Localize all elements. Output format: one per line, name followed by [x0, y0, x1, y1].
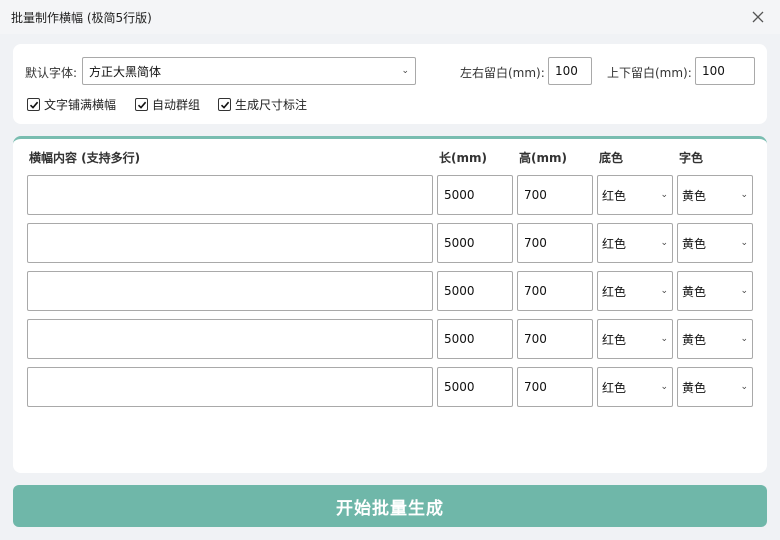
row-1-height-input[interactable]: 700	[517, 175, 593, 215]
checkbox[interactable]	[135, 98, 148, 111]
header-text-color: 字色	[679, 151, 704, 165]
chevron-down-icon: ⌄	[660, 238, 668, 248]
row-1-bg-select[interactable]: 红色 ⌄	[597, 175, 673, 215]
height-value: 700	[524, 188, 547, 202]
fg-value: 黄色	[682, 332, 707, 347]
row-4-height-input[interactable]: 700	[517, 319, 593, 359]
row-4-bg-select[interactable]: 红色 ⌄	[597, 319, 673, 359]
lr-margin-input[interactable]: 100	[548, 57, 592, 85]
height-value: 700	[524, 332, 547, 346]
chevron-down-icon: ⌄	[401, 66, 409, 76]
height-value: 700	[524, 380, 547, 394]
title-bar: 批量制作横幅 (极简5行版)	[0, 0, 780, 34]
row-3-fg-select[interactable]: 黄色 ⌄	[677, 271, 753, 311]
length-value: 5000	[444, 380, 475, 394]
chevron-down-icon: ⌄	[740, 238, 748, 248]
row-3-bg-select[interactable]: 红色 ⌄	[597, 271, 673, 311]
option-label: 文字铺满横幅	[44, 98, 117, 112]
row-2-content-input[interactable]	[27, 223, 433, 263]
row-3-content-input[interactable]	[27, 271, 433, 311]
fg-value: 黄色	[682, 188, 707, 203]
row-3-length-input[interactable]: 5000	[437, 271, 513, 311]
fg-value: 黄色	[682, 284, 707, 299]
tb-margin-label: 上下留白(mm):	[607, 66, 692, 80]
bg-value: 红色	[602, 188, 627, 203]
check-icon	[29, 101, 38, 109]
row-2-length-input[interactable]: 5000	[437, 223, 513, 263]
tb-margin-input[interactable]: 100	[695, 57, 755, 85]
option-dimension[interactable]: 生成尺寸标注	[218, 96, 307, 113]
checkbox[interactable]	[218, 98, 231, 111]
fg-value: 黄色	[682, 236, 707, 251]
bg-value: 红色	[602, 284, 627, 299]
window-title: 批量制作横幅 (极简5行版)	[11, 10, 152, 25]
row-1-content-input[interactable]	[27, 175, 433, 215]
chevron-down-icon: ⌄	[740, 190, 748, 200]
row-5-bg-select[interactable]: 红色 ⌄	[597, 367, 673, 407]
option-label: 自动群组	[152, 98, 201, 112]
option-label: 生成尺寸标注	[235, 98, 308, 112]
check-icon	[137, 101, 146, 109]
row-5-fg-select[interactable]: 黄色 ⌄	[677, 367, 753, 407]
chevron-down-icon: ⌄	[660, 190, 668, 200]
chevron-down-icon: ⌄	[660, 334, 668, 344]
banner-table-panel: 横幅内容 (支持多行) 长(mm) 高(mm) 底色 字色 5000 700 红…	[13, 136, 767, 473]
font-label: 默认字体:	[25, 66, 78, 80]
font-select-value: 方正大黑简体	[89, 64, 162, 79]
header-content: 横幅内容 (支持多行)	[29, 151, 141, 165]
chevron-down-icon: ⌄	[660, 286, 668, 296]
lr-margin-label: 左右留白(mm):	[460, 66, 545, 80]
option-fill-text[interactable]: 文字铺满横幅	[27, 96, 116, 113]
chevron-down-icon: ⌄	[740, 382, 748, 392]
length-value: 5000	[444, 188, 475, 202]
bg-value: 红色	[602, 236, 627, 251]
row-1-length-input[interactable]: 5000	[437, 175, 513, 215]
height-value: 700	[524, 284, 547, 298]
start-generate-button[interactable]: 开始批量生成	[13, 485, 767, 527]
checkbox[interactable]	[27, 98, 40, 111]
row-4-length-input[interactable]: 5000	[437, 319, 513, 359]
font-select[interactable]: 方正大黑简体 ⌄	[82, 57, 416, 85]
fg-value: 黄色	[682, 380, 707, 395]
row-2-fg-select[interactable]: 黄色 ⌄	[677, 223, 753, 263]
bg-value: 红色	[602, 332, 627, 347]
row-5-content-input[interactable]	[27, 367, 433, 407]
row-4-content-input[interactable]	[27, 319, 433, 359]
header-height: 高(mm)	[519, 151, 567, 165]
header-bg-color: 底色	[599, 151, 624, 165]
chevron-down-icon: ⌄	[740, 286, 748, 296]
row-1-fg-select[interactable]: 黄色 ⌄	[677, 175, 753, 215]
tb-margin-value: 100	[702, 64, 725, 78]
settings-panel: 默认字体: 方正大黑简体 ⌄ 左右留白(mm): 100 上下留白(mm): 1…	[13, 44, 767, 124]
bg-value: 红色	[602, 380, 627, 395]
check-icon	[220, 101, 229, 109]
lr-margin-value: 100	[555, 64, 578, 78]
row-2-height-input[interactable]: 700	[517, 223, 593, 263]
length-value: 5000	[444, 332, 475, 346]
chevron-down-icon: ⌄	[740, 334, 748, 344]
length-value: 5000	[444, 236, 475, 250]
row-5-height-input[interactable]: 700	[517, 367, 593, 407]
option-auto-group[interactable]: 自动群组	[135, 96, 200, 113]
row-2-bg-select[interactable]: 红色 ⌄	[597, 223, 673, 263]
row-4-fg-select[interactable]: 黄色 ⌄	[677, 319, 753, 359]
close-button[interactable]	[748, 7, 768, 27]
row-3-height-input[interactable]: 700	[517, 271, 593, 311]
chevron-down-icon: ⌄	[660, 382, 668, 392]
row-5-length-input[interactable]: 5000	[437, 367, 513, 407]
length-value: 5000	[444, 284, 475, 298]
height-value: 700	[524, 236, 547, 250]
header-length: 长(mm)	[439, 151, 487, 165]
close-icon	[752, 11, 764, 23]
